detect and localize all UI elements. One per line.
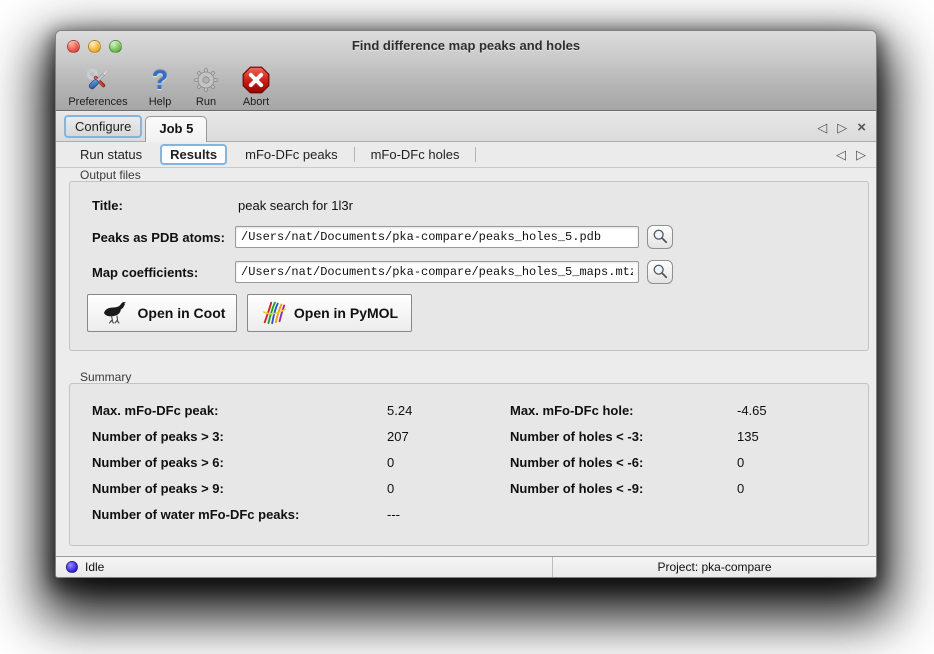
peaks-gt6-label: Number of peaks > 6:	[92, 455, 224, 470]
help-label: Help	[149, 96, 172, 108]
toolbar: Preferences ? Help	[56, 61, 876, 111]
coot-bird-icon	[99, 300, 131, 327]
result-tab-bar: Run status Results mFo-DFc peaks mFo-DFc…	[56, 142, 876, 168]
job-tab-bar: Configure Job 5 ◁ ▷ ×	[56, 112, 876, 142]
subtab-run-status[interactable]: Run status	[70, 147, 152, 162]
project-text: Project: pka-compare	[657, 560, 771, 574]
holes-lt3-label: Number of holes < -3:	[510, 429, 643, 444]
water-peaks-label: Number of water mFo-DFc peaks:	[92, 507, 299, 522]
tab-close-icon[interactable]: ×	[857, 121, 866, 134]
status-cell: Idle	[56, 560, 552, 574]
tab-scroll-left-icon[interactable]: ◁	[817, 121, 827, 134]
project-cell: Project: pka-compare	[552, 557, 876, 577]
tab-nav-controls: ◁ ▷ ×	[817, 121, 866, 141]
run-label: Run	[196, 96, 216, 108]
output-files-section-label: Output files	[80, 168, 141, 182]
window-chrome: Find difference map peaks and holes	[56, 31, 876, 111]
peaks-gt9-value: 0	[387, 481, 394, 496]
tab-job-5[interactable]: Job 5	[145, 116, 207, 142]
magnifier-icon	[652, 228, 668, 247]
water-peaks-value: ---	[387, 507, 400, 522]
map-coefficients-label: Map coefficients:	[92, 265, 198, 280]
subtab-nav-controls: ◁ ▷	[836, 148, 866, 161]
help-button[interactable]: ? Help	[142, 65, 178, 108]
max-hole-value: -4.65	[737, 403, 767, 418]
status-indicator-icon	[66, 561, 78, 573]
run-button[interactable]: Run	[186, 65, 226, 108]
title-label: Title:	[92, 198, 123, 213]
subtab-scroll-right-icon[interactable]: ▷	[856, 148, 866, 161]
holes-lt3-value: 135	[737, 429, 759, 444]
status-text: Idle	[85, 560, 104, 574]
stop-octagon-icon	[242, 65, 270, 95]
peaks-pdb-path-input[interactable]	[235, 226, 639, 248]
holes-lt9-label: Number of holes < -9:	[510, 481, 643, 496]
open-in-coot-label: Open in Coot	[138, 305, 226, 321]
summary-section-label: Summary	[80, 370, 131, 384]
holes-lt6-label: Number of holes < -6:	[510, 455, 643, 470]
peaks-gt3-label: Number of peaks > 3:	[92, 429, 224, 444]
summary-group: Max. mFo-DFc peak: 5.24 Max. mFo-DFc hol…	[69, 383, 869, 546]
preferences-button[interactable]: Preferences	[62, 65, 134, 108]
peaks-gt6-value: 0	[387, 455, 394, 470]
window-title: Find difference map peaks and holes	[56, 38, 876, 53]
subtab-divider	[354, 147, 355, 162]
open-in-pymol-button[interactable]: Open in PyMOL	[247, 294, 412, 332]
subtab-mfo-dfc-peaks[interactable]: mFo-DFc peaks	[235, 147, 347, 162]
max-peak-label: Max. mFo-DFc peak:	[92, 403, 218, 418]
app-window: Find difference map peaks and holes	[55, 30, 877, 578]
abort-button[interactable]: Abort	[234, 65, 278, 108]
peaks-gt9-label: Number of peaks > 9:	[92, 481, 224, 496]
max-peak-value: 5.24	[387, 403, 412, 418]
map-coefficients-path-input[interactable]	[235, 261, 639, 283]
peaks-pdb-label: Peaks as PDB atoms:	[92, 230, 225, 245]
holes-lt6-value: 0	[737, 455, 744, 470]
max-hole-label: Max. mFo-DFc hole:	[510, 403, 634, 418]
magnifier-icon	[652, 263, 668, 282]
titlebar: Find difference map peaks and holes	[56, 31, 876, 61]
desktop: Find difference map peaks and holes	[0, 0, 934, 654]
tools-icon	[83, 65, 113, 95]
browse-map-button[interactable]	[647, 260, 673, 284]
preferences-label: Preferences	[68, 96, 127, 108]
abort-label: Abort	[243, 96, 269, 108]
open-in-coot-button[interactable]: Open in Coot	[87, 294, 237, 332]
subtab-mfo-dfc-holes[interactable]: mFo-DFc holes	[361, 147, 470, 162]
pymol-ribbon-icon	[261, 299, 287, 328]
subtab-scroll-left-icon[interactable]: ◁	[836, 148, 846, 161]
peaks-gt3-value: 207	[387, 429, 409, 444]
title-value: peak search for 1l3r	[238, 198, 353, 213]
subtab-divider	[475, 147, 476, 162]
output-files-group: Title: peak search for 1l3r Peaks as PDB…	[69, 181, 869, 351]
subtab-results[interactable]: Results	[160, 144, 227, 165]
status-bar: Idle Project: pka-compare	[56, 556, 876, 577]
tab-configure[interactable]: Configure	[64, 115, 142, 138]
open-in-pymol-label: Open in PyMOL	[294, 305, 398, 321]
holes-lt9-value: 0	[737, 481, 744, 496]
tab-scroll-right-icon[interactable]: ▷	[837, 121, 847, 134]
browse-peaks-button[interactable]	[647, 225, 673, 249]
results-panel: Output files Title: peak search for 1l3r…	[56, 168, 876, 556]
gear-icon	[192, 65, 220, 95]
question-mark-icon: ?	[152, 65, 169, 95]
